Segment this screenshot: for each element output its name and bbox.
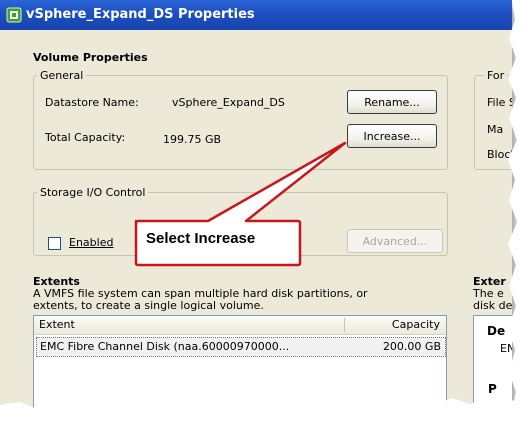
torn-edge-decoration [0,0,526,426]
